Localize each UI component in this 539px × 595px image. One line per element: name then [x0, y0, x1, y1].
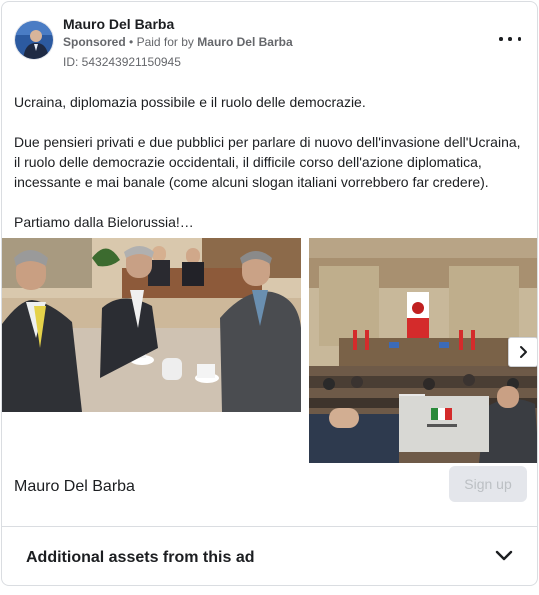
more-options-button[interactable]: [499, 32, 521, 46]
paid-for-name[interactable]: Mauro Del Barba: [197, 35, 292, 49]
meeting-photo: [2, 238, 301, 412]
image-carousel: [2, 238, 537, 463]
page-avatar[interactable]: [14, 20, 54, 60]
additional-assets-toggle[interactable]: Additional assets from this ad: [2, 527, 537, 585]
avatar-photo: [15, 21, 53, 59]
carousel-image-meeting[interactable]: [2, 238, 301, 412]
paid-for-prefix: Paid for by: [136, 35, 194, 49]
body-paragraph: Due pensieri privati e due pubblici per …: [14, 134, 521, 190]
more-horizontal-icon: [517, 37, 521, 41]
more-horizontal-icon: [508, 37, 512, 41]
carousel-image-parliament[interactable]: [309, 238, 537, 463]
page-name[interactable]: Mauro Del Barba: [63, 16, 174, 32]
ad-body-text: Ucraina, diplomazia possibile e il ruolo…: [14, 92, 530, 232]
separator-dot: •: [129, 35, 134, 49]
sign-up-button[interactable]: Sign up: [449, 466, 527, 502]
body-paragraph[interactable]: Partiamo dalla Bielorussia!…: [14, 212, 530, 232]
more-horizontal-icon: [499, 37, 503, 41]
carousel-next-button[interactable]: [508, 337, 537, 367]
sponsored-label: Sponsored: [63, 35, 126, 49]
chevron-down-icon: [495, 550, 513, 561]
ad-card: Mauro Del Barba Sponsored • Paid for by …: [1, 1, 538, 586]
parliament-photo: [309, 238, 537, 463]
additional-assets-label: Additional assets from this ad: [26, 549, 255, 566]
caption-title: Mauro Del Barba: [14, 478, 135, 495]
chevron-right-icon: [520, 346, 527, 358]
ad-id: ID: 543243921150945: [63, 55, 181, 69]
sponsored-line: Sponsored • Paid for by Mauro Del Barba: [63, 35, 293, 49]
body-paragraph: Ucraina, diplomazia possibile e il ruolo…: [14, 94, 366, 110]
